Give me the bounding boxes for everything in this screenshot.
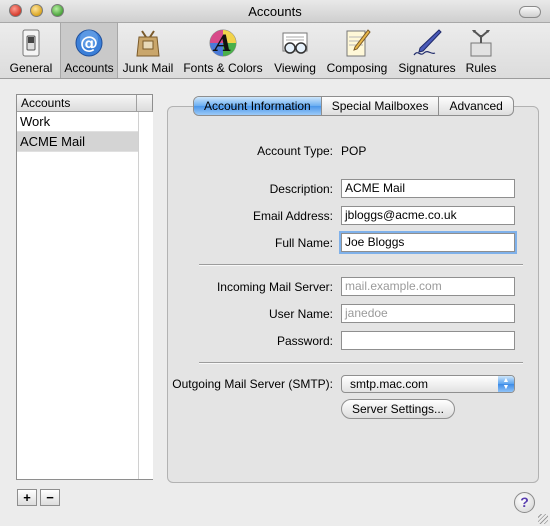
accounts-list-header[interactable]: Accounts (17, 95, 152, 112)
toolbar-signatures[interactable]: Signatures (396, 23, 458, 78)
accounts-list-header-label: Accounts (21, 96, 71, 110)
description-field[interactable]: ACME Mail (341, 179, 515, 198)
toolbar-label-fonts-colors: Fonts & Colors (183, 61, 263, 75)
incoming-mail-server-field[interactable]: mail.example.com (341, 277, 515, 296)
glasses-icon (282, 32, 308, 54)
light-switch-icon (22, 29, 40, 57)
toolbar-viewing[interactable]: Viewing (271, 23, 319, 78)
toolbar-toggle-button[interactable] (519, 6, 541, 18)
full-name-field[interactable]: Joe Bloggs (339, 231, 517, 254)
toolbar-label-general: General (9, 61, 53, 75)
notepad-pencil-icon (346, 29, 371, 57)
account-row-acme-mail[interactable]: ACME Mail (17, 132, 138, 152)
toolbar-fonts-colors[interactable]: A Fonts & Colors (180, 23, 266, 78)
password-field[interactable] (341, 331, 515, 350)
full-name-label: Full Name: (274, 236, 333, 250)
resize-grip-icon[interactable] (538, 514, 548, 524)
toolbar-label-junk-mail: Junk Mail (122, 61, 174, 75)
preferences-toolbar: General @ Accounts Junk Mail A Fonts & C… (0, 23, 550, 79)
fonts-colors-icon: A (209, 29, 237, 57)
outgoing-mail-server-value: smtp.mac.com (350, 377, 429, 391)
user-name-field[interactable]: janedoe (341, 304, 515, 323)
toolbar-composing[interactable]: Composing (324, 23, 390, 78)
account-type-label: Account Type: (257, 144, 333, 158)
popup-arrows-icon: ▲ ▼ (498, 376, 514, 392)
toolbar-label-rules: Rules (465, 61, 497, 75)
account-tabs: Account Information Special Mailboxes Ad… (193, 96, 514, 116)
title-bar: Accounts (0, 0, 550, 23)
user-name-label: User Name: (268, 307, 333, 321)
svg-text:@: @ (80, 33, 98, 54)
toolbar-label-signatures: Signatures (398, 61, 456, 75)
separator-1 (199, 264, 523, 266)
server-settings-button[interactable]: Server Settings... (341, 399, 455, 419)
accounts-list: Accounts Work ACME Mail (16, 94, 153, 480)
toolbar-label-accounts: Accounts (64, 61, 114, 75)
header-divider (136, 95, 137, 111)
outgoing-mail-server-label: Outgoing Mail Server (SMTP): (172, 377, 333, 391)
toolbar-accounts[interactable]: @ Accounts (60, 23, 118, 78)
add-account-button[interactable]: + (17, 489, 37, 506)
accounts-list-scrollbar[interactable] (138, 112, 153, 479)
email-address-label: Email Address: (252, 209, 333, 223)
password-label: Password: (276, 334, 333, 348)
tab-special-mailboxes[interactable]: Special Mailboxes (322, 97, 440, 115)
svg-text:A: A (212, 31, 231, 57)
separator-2 (199, 362, 523, 364)
account-row-work[interactable]: Work (17, 112, 138, 132)
rules-fork-icon (470, 30, 492, 57)
description-label: Description: (269, 182, 333, 196)
window-title: Accounts (248, 4, 302, 19)
junk-mail-bag-icon (136, 30, 160, 57)
toolbar-rules[interactable]: Rules (462, 23, 500, 78)
account-type-value: POP (341, 144, 367, 158)
tab-account-information[interactable]: Account Information (194, 97, 322, 115)
toolbar-label-viewing: Viewing (274, 61, 316, 75)
outgoing-mail-server-popup[interactable]: smtp.mac.com ▲ ▼ (341, 375, 515, 393)
toolbar-general[interactable]: General (6, 23, 56, 78)
toolbar-junk-mail[interactable]: Junk Mail (121, 23, 175, 78)
remove-account-button[interactable]: − (40, 489, 60, 506)
incoming-mail-server-label: Incoming Mail Server: (216, 280, 333, 294)
at-sign-icon: @ (75, 29, 103, 57)
tab-advanced[interactable]: Advanced (439, 97, 512, 115)
email-address-field[interactable]: jbloggs@acme.co.uk (341, 206, 515, 225)
help-button[interactable]: ? (514, 492, 535, 513)
toolbar-label-composing: Composing (326, 61, 388, 75)
pen-signature-icon (413, 29, 442, 56)
